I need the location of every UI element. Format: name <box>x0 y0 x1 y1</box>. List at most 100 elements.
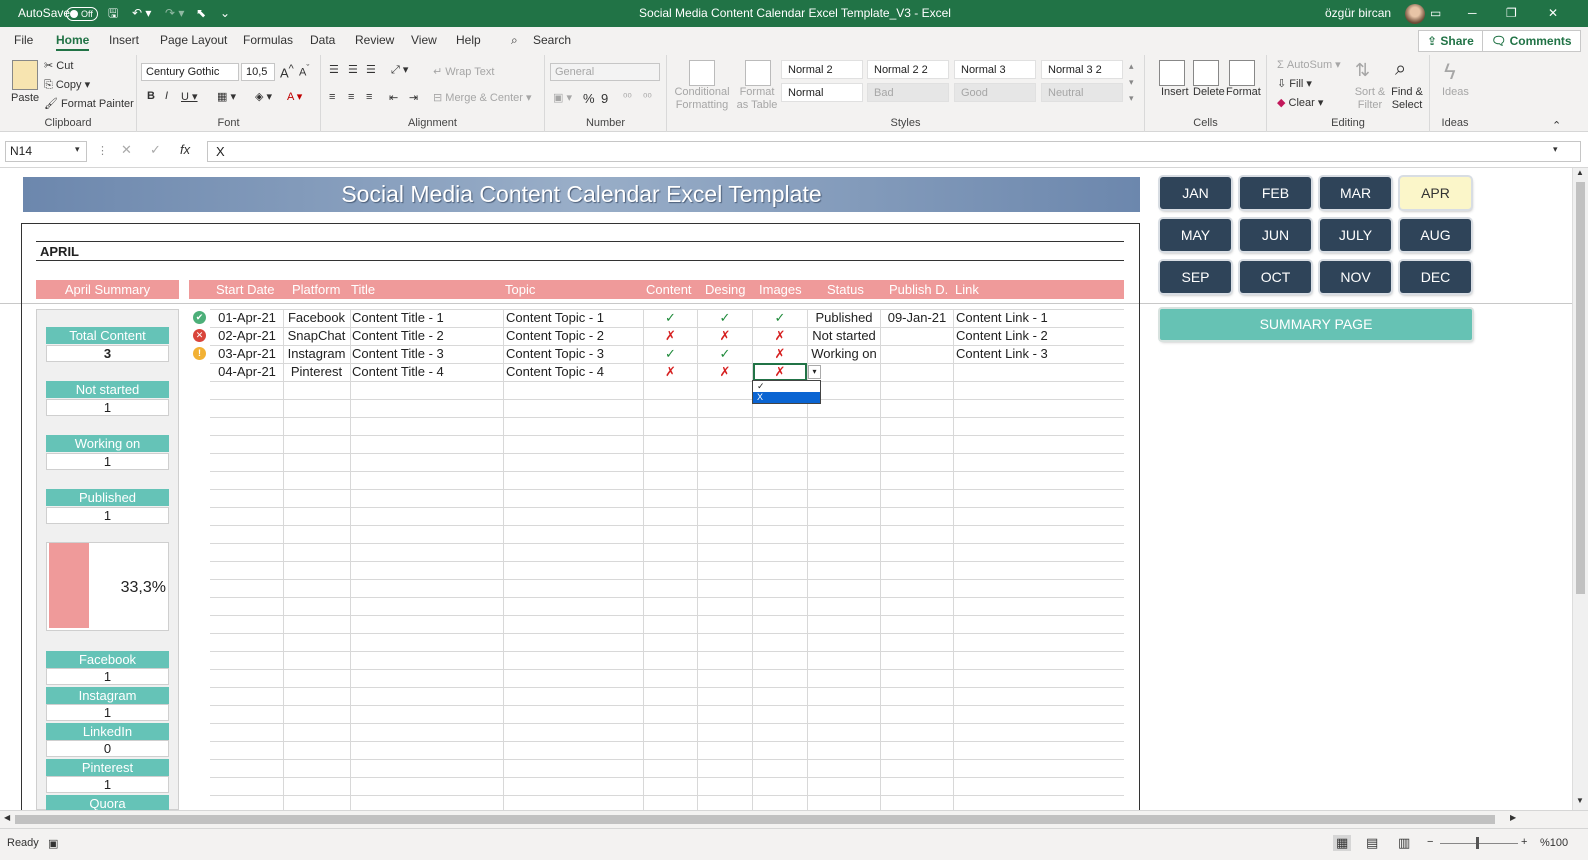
summary-page-button[interactable]: SUMMARY PAGE <box>1160 309 1472 340</box>
cell-images[interactable]: ✓ <box>753 309 807 327</box>
scroll-up-icon[interactable]: ▲ <box>1576 168 1584 177</box>
number-format-select[interactable]: General <box>550 63 660 81</box>
cell-images[interactable]: ✗ <box>753 345 807 363</box>
copy-button[interactable]: ⎘ Copy ▾ <box>44 78 90 92</box>
ideas-icon[interactable]: ϟ <box>1444 59 1456 85</box>
dropdown-arrow-icon[interactable]: ▾ <box>808 365 821 379</box>
accounting-format-icon[interactable]: ▣ ▾ <box>553 91 572 104</box>
cell-images[interactable]: ✗ <box>753 327 807 345</box>
styles-scroll-icon[interactable]: ▴ ▾ ▾ <box>1129 58 1134 106</box>
autosum-button[interactable]: Σ AutoSum ▾ <box>1277 58 1341 71</box>
middle-align-icon[interactable]: ☰ <box>348 63 358 76</box>
zoom-level[interactable]: %100 <box>1540 837 1568 849</box>
italic-icon[interactable]: I <box>165 90 168 102</box>
merge-center-button[interactable]: ⊟ Merge & Center ▾ <box>433 91 532 104</box>
month-button-dec[interactable]: DEC <box>1400 261 1471 293</box>
cell-start-date[interactable]: 03-Apr-21 <box>212 345 282 363</box>
align-left-icon[interactable]: ≡ <box>329 91 335 103</box>
cell-status[interactable]: Not started <box>808 327 880 345</box>
cell-status[interactable]: Working on <box>808 345 880 363</box>
dropdown-option-x[interactable]: X <box>753 392 820 403</box>
find-select-button[interactable]: Find & Select <box>1387 86 1427 112</box>
cell-desing[interactable]: ✓ <box>698 345 752 363</box>
month-button-feb[interactable]: FEB <box>1240 177 1311 209</box>
cell-title[interactable]: Content Title - 3 <box>352 345 502 363</box>
month-button-july[interactable]: JULY <box>1320 219 1391 251</box>
selected-cell[interactable] <box>753 363 807 381</box>
cell-content[interactable]: ✗ <box>644 327 697 345</box>
increase-font-icon[interactable]: A^ <box>280 63 294 80</box>
formula-input[interactable]: X <box>207 141 1581 162</box>
cell-content[interactable]: ✓ <box>644 309 697 327</box>
close-icon[interactable]: ✕ <box>1548 0 1558 27</box>
font-name-select[interactable]: Century Gothic <box>141 63 239 81</box>
tab-insert[interactable]: Insert <box>109 33 139 47</box>
font-size-select[interactable]: 10,5 <box>241 63 275 81</box>
style-normal-2[interactable]: Normal 2 <box>781 60 863 79</box>
cell-start-date[interactable]: 02-Apr-21 <box>212 327 282 345</box>
cell-link[interactable]: Content Link - 2 <box>956 327 1122 345</box>
cancel-icon[interactable]: ✕ <box>121 142 132 158</box>
month-button-may[interactable]: MAY <box>1160 219 1231 251</box>
normal-view-icon[interactable]: ▦ <box>1333 835 1352 851</box>
cell-content[interactable]: ✗ <box>644 363 697 381</box>
vertical-scrollbar[interactable]: ▲ ▼ <box>1572 168 1588 810</box>
fill-color-icon[interactable]: ◈ ▾ <box>255 90 272 103</box>
horizontal-scrollbar[interactable]: ◀ ▶ <box>0 810 1588 828</box>
expand-formula-bar-icon[interactable]: ▾ <box>1553 144 1558 155</box>
avatar[interactable] <box>1405 4 1425 24</box>
style-good[interactable]: Good <box>954 83 1036 102</box>
cell-status[interactable]: Published <box>808 309 880 327</box>
month-button-mar[interactable]: MAR <box>1320 177 1391 209</box>
restore-icon[interactable]: ❐ <box>1506 0 1517 27</box>
tab-home[interactable]: Home <box>56 33 90 51</box>
autosave-toggle[interactable]: Off <box>66 7 98 21</box>
bottom-align-icon[interactable]: ☰ <box>366 63 376 76</box>
cell-start-date[interactable]: 04-Apr-21 <box>212 363 282 381</box>
conditional-formatting-icon[interactable] <box>689 60 715 86</box>
zoom-slider-thumb[interactable] <box>1476 837 1479 849</box>
cell-publish-date[interactable] <box>881 345 953 363</box>
cell-publish-date[interactable]: 09-Jan-21 <box>881 309 953 327</box>
paste-button[interactable]: Paste <box>11 92 39 104</box>
cell-desing[interactable]: ✗ <box>698 363 752 381</box>
month-button-jun[interactable]: JUN <box>1240 219 1311 251</box>
scroll-right-icon[interactable]: ▶ <box>1510 813 1516 822</box>
customize-qat-icon[interactable]: ⌄ <box>220 0 230 27</box>
pointer-icon[interactable]: ⬉ <box>196 0 206 27</box>
minimize-icon[interactable]: ─ <box>1468 0 1477 27</box>
page-layout-view-icon[interactable]: ▤ <box>1366 835 1378 851</box>
align-right-icon[interactable]: ≡ <box>366 91 372 103</box>
cell-platform[interactable]: Facebook <box>284 309 349 327</box>
cell-title[interactable]: Content Title - 2 <box>352 327 502 345</box>
page-break-view-icon[interactable]: ▥ <box>1398 835 1410 851</box>
style-neutral[interactable]: Neutral <box>1041 83 1123 102</box>
wrap-text-button[interactable]: ↵ Wrap Text <box>433 65 494 78</box>
tab-page-layout[interactable]: Page Layout <box>160 33 227 47</box>
ribbon-display-icon[interactable]: ▭ <box>1430 0 1441 27</box>
month-button-sep[interactable]: SEP <box>1160 261 1231 293</box>
month-button-nov[interactable]: NOV <box>1320 261 1391 293</box>
style-normal[interactable]: Normal <box>781 83 863 102</box>
cell-topic[interactable]: Content Topic - 4 <box>506 363 642 381</box>
cell-platform[interactable]: SnapChat <box>284 327 349 345</box>
tab-formulas[interactable]: Formulas <box>243 33 293 47</box>
month-button-apr[interactable]: APR <box>1400 177 1471 209</box>
vertical-scroll-thumb[interactable] <box>1576 182 1585 594</box>
cell-title[interactable]: Content Title - 4 <box>352 363 502 381</box>
orientation-icon[interactable]: ⤢ ▾ <box>391 63 408 77</box>
cell-topic[interactable]: Content Topic - 2 <box>506 327 642 345</box>
insert-cells-icon[interactable] <box>1159 60 1185 86</box>
cell-content[interactable]: ✓ <box>644 345 697 363</box>
format-as-table-icon[interactable] <box>745 60 771 86</box>
cell-start-date[interactable]: 01-Apr-21 <box>212 309 282 327</box>
name-box-dropdown-icon[interactable]: ▾ <box>75 144 80 155</box>
delete-cells-button[interactable]: Delete <box>1193 86 1225 98</box>
conditional-formatting-button[interactable]: Conditional Formatting <box>674 86 730 112</box>
increase-indent-icon[interactable]: ⇥ <box>409 91 418 104</box>
macro-record-icon[interactable]: ▣ <box>48 837 58 850</box>
clear-button[interactable]: ◆ Clear ▾ <box>1277 96 1323 109</box>
comments-button[interactable]: 🗨 Comments <box>1482 30 1581 52</box>
cell-platform[interactable]: Pinterest <box>284 363 349 381</box>
cell-link[interactable]: Content Link - 3 <box>956 345 1122 363</box>
